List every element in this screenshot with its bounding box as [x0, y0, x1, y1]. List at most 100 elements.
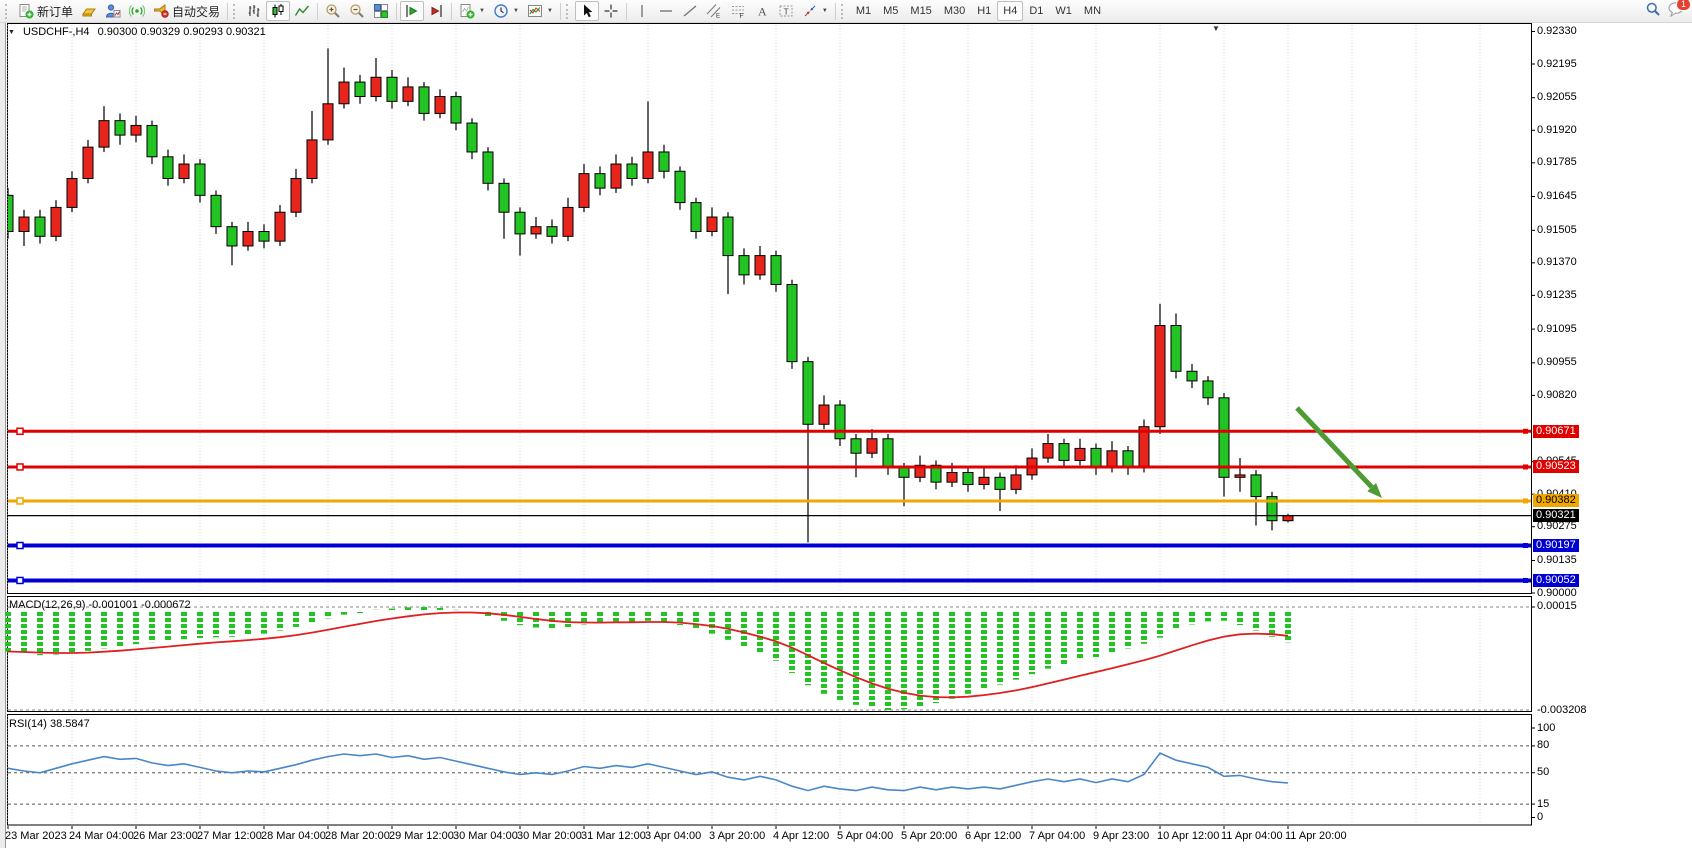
line-handle	[1523, 543, 1528, 548]
zoom-in-icon	[325, 3, 341, 19]
time-axis-label: 6 Apr 12:00	[965, 830, 1021, 842]
add-indicator-icon	[459, 3, 475, 19]
profile-button[interactable]	[101, 1, 125, 21]
toolbar-grip	[566, 4, 571, 19]
gold-button[interactable]	[77, 1, 101, 21]
rsi-axis-label: 15	[1537, 798, 1549, 810]
periods-button[interactable]: ▼	[489, 1, 523, 21]
chevron-down-icon: ▼	[479, 8, 485, 14]
price-axis-label: 0.90000	[1537, 587, 1577, 599]
label-icon: T	[778, 3, 794, 19]
auto-scroll-button[interactable]	[400, 1, 424, 21]
hline-tool-button[interactable]	[654, 1, 678, 21]
timeframe-d1[interactable]: D1	[1023, 1, 1049, 21]
macd-axis-label: -0.003208	[1537, 704, 1587, 716]
timeframe-m15[interactable]: M15	[904, 1, 937, 21]
chart-shift-button[interactable]	[424, 1, 448, 21]
bar-chart-button[interactable]	[242, 1, 266, 21]
time-axis-label: 28 Mar 04:00	[261, 830, 326, 842]
time-axis-label: 30 Mar 04:00	[453, 830, 518, 842]
trendline-icon	[682, 3, 698, 19]
zoom-in-button[interactable]	[321, 1, 345, 21]
crosshair-tool-button[interactable]	[599, 1, 623, 21]
line-handle	[17, 498, 23, 504]
time-axis-label: 3 Apr 04:00	[645, 830, 701, 842]
time-axis-label: 9 Apr 23:00	[1093, 830, 1149, 842]
auto-trading-button[interactable]: 自动交易	[149, 1, 224, 21]
price-axis-label: 0.90135	[1537, 554, 1577, 566]
add-indicator-button[interactable]: ▼	[455, 1, 489, 21]
separator	[317, 3, 318, 20]
template-button[interactable]: ▼	[523, 1, 557, 21]
candle-chart-button[interactable]	[266, 1, 290, 21]
timeframe-m1[interactable]: M1	[850, 1, 877, 21]
arrows-tool-button[interactable]: ▼	[798, 1, 832, 21]
tile-windows-button[interactable]	[369, 1, 393, 21]
timeframe-w1[interactable]: W1	[1049, 1, 1078, 21]
svg-text:A: A	[758, 5, 767, 19]
auto-trading-icon	[153, 3, 169, 19]
profile-icon	[105, 3, 121, 19]
zoom-out-icon	[349, 3, 365, 19]
time-axis-label: 11 Apr 04:00	[1221, 830, 1283, 842]
price-axis-label: 0.91095	[1537, 323, 1577, 335]
timeframe-h1[interactable]: H1	[971, 1, 997, 21]
current-price-label: 0.90321	[1533, 509, 1579, 522]
chart-shift-icon	[428, 3, 444, 19]
line-handle	[1523, 464, 1528, 469]
chevron-down-icon: ▼	[822, 8, 828, 14]
price-axis-label: 0.91505	[1537, 224, 1577, 236]
timeframe-mn[interactable]: MN	[1078, 1, 1107, 21]
chevron-down-icon: ▼	[547, 8, 553, 14]
channel-tool-button[interactable]: E	[702, 1, 726, 21]
separator	[626, 3, 627, 20]
text-tool-button[interactable]: A	[750, 1, 774, 21]
new-order-label: 新订单	[37, 3, 73, 20]
chart-canvas[interactable]	[0, 0, 1692, 848]
price-axis-label: 0.90955	[1537, 356, 1577, 368]
price-axis-label: 0.91920	[1537, 124, 1577, 136]
time-axis-label: 31 Mar 12:00	[581, 830, 646, 842]
separator	[396, 3, 397, 20]
time-axis-label: 3 Apr 20:00	[709, 830, 765, 842]
line-chart-button[interactable]	[290, 1, 314, 21]
search-icon[interactable]	[1645, 1, 1661, 22]
timeframe-m30[interactable]: M30	[938, 1, 971, 21]
hline-price-label: 0.90382	[1533, 494, 1579, 507]
time-axis-label: 28 Mar 20:00	[325, 830, 390, 842]
trendline-tool-button[interactable]	[678, 1, 702, 21]
fibonacci-icon: F	[730, 3, 746, 19]
rsi-axis-label: 50	[1537, 766, 1549, 778]
fibonacci-tool-button[interactable]: F	[726, 1, 750, 21]
macd-axis-label: 0.00015	[1537, 600, 1577, 612]
zoom-out-button[interactable]	[345, 1, 369, 21]
hline-price-label: 0.90671	[1533, 425, 1579, 438]
toolbar-grip	[841, 4, 846, 19]
new-order-button[interactable]: 新订单	[14, 1, 77, 21]
auto-scroll-icon	[404, 3, 420, 19]
price-axis-label: 0.90820	[1537, 389, 1577, 401]
hline-price-label: 0.90197	[1533, 539, 1579, 552]
vline-tool-button[interactable]	[630, 1, 654, 21]
timeframe-h4[interactable]: H4	[997, 1, 1023, 21]
time-axis-label: 4 Apr 12:00	[773, 830, 829, 842]
message-button[interactable]: 1	[1667, 1, 1685, 22]
time-axis-label: 26 Mar 23:00	[133, 830, 198, 842]
line-handle	[1523, 498, 1528, 503]
line-handle	[1523, 578, 1528, 583]
candle-chart-icon	[270, 3, 286, 19]
new-order-icon	[18, 3, 34, 19]
crosshair-icon	[603, 3, 619, 19]
label-tool-button[interactable]: T	[774, 1, 798, 21]
line-handle	[1523, 429, 1528, 434]
timeframe-m5[interactable]: M5	[877, 1, 904, 21]
time-axis-label: 11 Apr 20:00	[1285, 830, 1347, 842]
gold-icon	[81, 3, 97, 19]
time-axis-label: 29 Mar 12:00	[389, 830, 454, 842]
signal-button[interactable]	[125, 1, 149, 21]
price-axis-label: 0.91370	[1537, 256, 1577, 268]
cursor-tool-button[interactable]	[575, 1, 599, 21]
price-axis-label: 0.92330	[1537, 25, 1577, 37]
cursor-icon	[579, 3, 595, 19]
separator	[451, 3, 452, 20]
